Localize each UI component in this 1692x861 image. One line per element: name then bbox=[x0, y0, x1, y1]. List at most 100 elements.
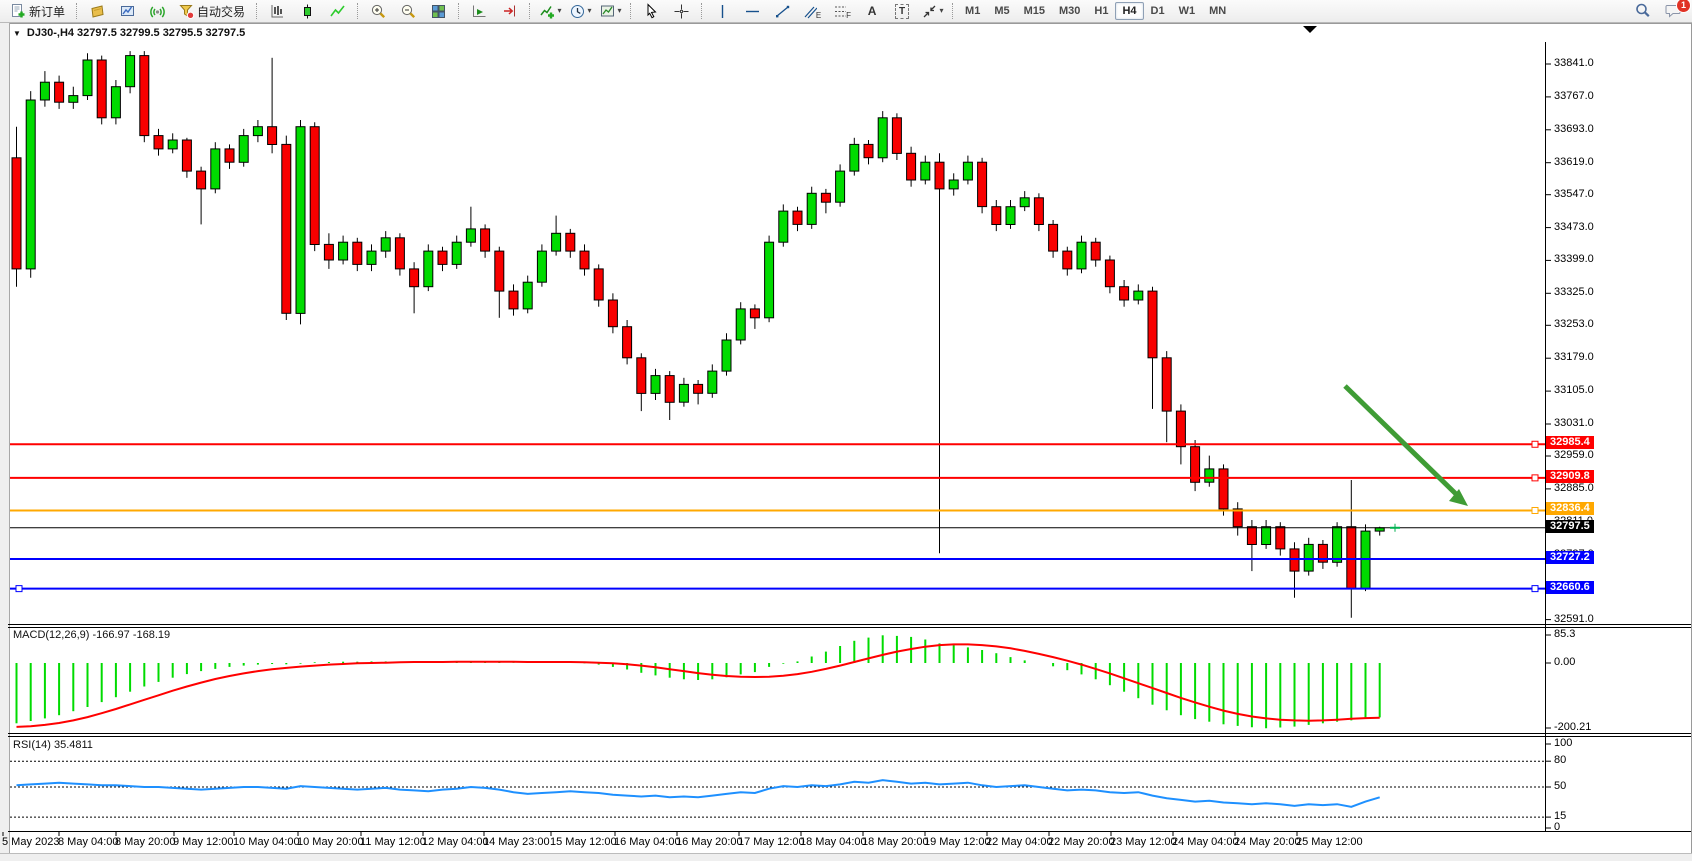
trendline-button[interactable] bbox=[767, 0, 797, 23]
bear-candle bbox=[12, 158, 21, 269]
bear-candle bbox=[935, 162, 944, 189]
bar-chart-button[interactable] bbox=[262, 0, 292, 23]
add-indicator-button[interactable]: ▾ bbox=[535, 0, 565, 23]
line-handle[interactable] bbox=[1532, 441, 1538, 447]
data-window-button[interactable] bbox=[112, 0, 142, 23]
bull-candle bbox=[651, 376, 660, 394]
bull-candle bbox=[1262, 527, 1271, 545]
arrows-icon bbox=[921, 3, 938, 20]
trendline-icon bbox=[774, 3, 791, 20]
bull-candle bbox=[708, 371, 717, 393]
bull-candle bbox=[239, 136, 248, 163]
bull-candle bbox=[168, 140, 177, 149]
bull-candle bbox=[963, 162, 972, 180]
chevron-down-icon[interactable]: ▾ bbox=[618, 7, 622, 15]
timeframe-d1-button[interactable]: D1 bbox=[1144, 2, 1172, 20]
market-watch-button[interactable] bbox=[82, 0, 112, 23]
channel-button[interactable]: E bbox=[797, 0, 827, 23]
notifications-button[interactable]: 1 bbox=[1658, 0, 1688, 23]
timeframe-m1-button[interactable]: M1 bbox=[958, 2, 987, 20]
mt4-terminal: { "toolbar": { "new_order_label": "新订单",… bbox=[0, 0, 1692, 861]
bull-candle bbox=[552, 233, 561, 251]
bull-candle bbox=[211, 149, 220, 189]
clock-icon bbox=[569, 3, 586, 20]
toolbar-separator bbox=[952, 3, 953, 19]
bull-candle bbox=[126, 56, 135, 87]
timeframe-m30-button[interactable]: M30 bbox=[1052, 2, 1087, 20]
horizontal-line-button[interactable] bbox=[737, 0, 767, 23]
label-tool-label: T bbox=[895, 4, 909, 19]
fibonacci-icon bbox=[833, 3, 847, 20]
line-handle[interactable] bbox=[1532, 507, 1538, 513]
bear-candle bbox=[268, 127, 277, 145]
toolbar-separator bbox=[256, 3, 257, 19]
cursor-icon bbox=[643, 3, 660, 20]
cursor-button[interactable] bbox=[636, 0, 666, 23]
bear-candle bbox=[608, 300, 617, 327]
period-menu-button[interactable]: ▾ bbox=[565, 0, 595, 23]
bull-candle bbox=[736, 309, 745, 340]
chart-shift-marker-icon[interactable] bbox=[1303, 26, 1317, 33]
bear-candle bbox=[623, 327, 632, 358]
template-icon bbox=[599, 3, 616, 20]
bear-candle bbox=[1247, 527, 1256, 545]
bear-candle bbox=[197, 171, 206, 189]
text-tool-button[interactable]: A bbox=[857, 0, 887, 23]
timeframe-w1-button[interactable]: W1 bbox=[1172, 2, 1203, 20]
bear-candle bbox=[821, 193, 830, 202]
bear-candle bbox=[324, 244, 333, 260]
chart-canvas[interactable] bbox=[0, 0, 1692, 861]
bull-candle bbox=[466, 229, 475, 242]
auto-scroll-button[interactable] bbox=[464, 0, 494, 23]
signals-button[interactable] bbox=[142, 0, 172, 23]
bull-candle bbox=[367, 251, 376, 264]
bear-candle bbox=[410, 269, 419, 287]
channel-icon bbox=[803, 3, 817, 20]
chevron-down-icon[interactable]: ▾ bbox=[588, 7, 592, 15]
autotrading-button[interactable]: 自动交易 bbox=[172, 0, 251, 23]
crosshair-button[interactable] bbox=[666, 0, 696, 23]
bear-candle bbox=[694, 384, 703, 393]
bear-candle bbox=[580, 251, 589, 269]
timeframe-m5-button[interactable]: M5 bbox=[987, 2, 1016, 20]
line-chart-button[interactable] bbox=[322, 0, 352, 23]
template-button[interactable]: ▾ bbox=[595, 0, 625, 23]
zoom-in-button[interactable] bbox=[363, 0, 393, 23]
bear-candle bbox=[992, 207, 1001, 225]
toolbar-separator bbox=[630, 3, 631, 19]
fibonacci-button[interactable]: F bbox=[827, 0, 857, 23]
timeframe-h4-button[interactable]: H4 bbox=[1115, 2, 1143, 20]
bear-candle bbox=[750, 309, 759, 318]
search-button[interactable] bbox=[1628, 0, 1658, 23]
bull-candle bbox=[452, 242, 461, 264]
text-tool-label: A bbox=[868, 4, 877, 18]
timeframe-mn-button[interactable]: MN bbox=[1202, 2, 1233, 20]
chart-shift-button[interactable] bbox=[494, 0, 524, 23]
chart-menu-arrow-icon[interactable]: ▼ bbox=[13, 29, 21, 38]
line-handle[interactable] bbox=[1532, 475, 1538, 481]
bear-candle bbox=[1091, 242, 1100, 260]
label-tool-button[interactable]: T bbox=[887, 0, 917, 23]
bull-candle bbox=[381, 238, 390, 251]
bull-candle bbox=[253, 127, 262, 136]
candlestick-chart-icon bbox=[299, 3, 316, 20]
line-handle[interactable] bbox=[16, 586, 22, 592]
crosshair-icon bbox=[673, 3, 690, 20]
chevron-down-icon[interactable]: ▾ bbox=[940, 7, 944, 15]
auto-scroll-icon bbox=[471, 3, 488, 20]
bear-candle bbox=[1105, 260, 1114, 287]
candlestick-chart-button[interactable] bbox=[292, 0, 322, 23]
fibonacci-sub-label: F bbox=[846, 11, 851, 20]
zoom-out-button[interactable] bbox=[393, 0, 423, 23]
timeframe-m15-button[interactable]: M15 bbox=[1017, 2, 1052, 20]
bull-candle bbox=[523, 282, 532, 309]
new-order-button[interactable]: 新订单 bbox=[4, 0, 71, 23]
bear-candle bbox=[1233, 509, 1242, 527]
vertical-line-button[interactable] bbox=[707, 0, 737, 23]
line-handle[interactable] bbox=[1532, 586, 1538, 592]
bear-candle bbox=[495, 251, 504, 291]
timeframe-h1-button[interactable]: H1 bbox=[1087, 2, 1115, 20]
tile-windows-button[interactable] bbox=[423, 0, 453, 23]
shapes-button[interactable]: ▾ bbox=[917, 0, 947, 23]
chevron-down-icon[interactable]: ▾ bbox=[558, 7, 562, 15]
